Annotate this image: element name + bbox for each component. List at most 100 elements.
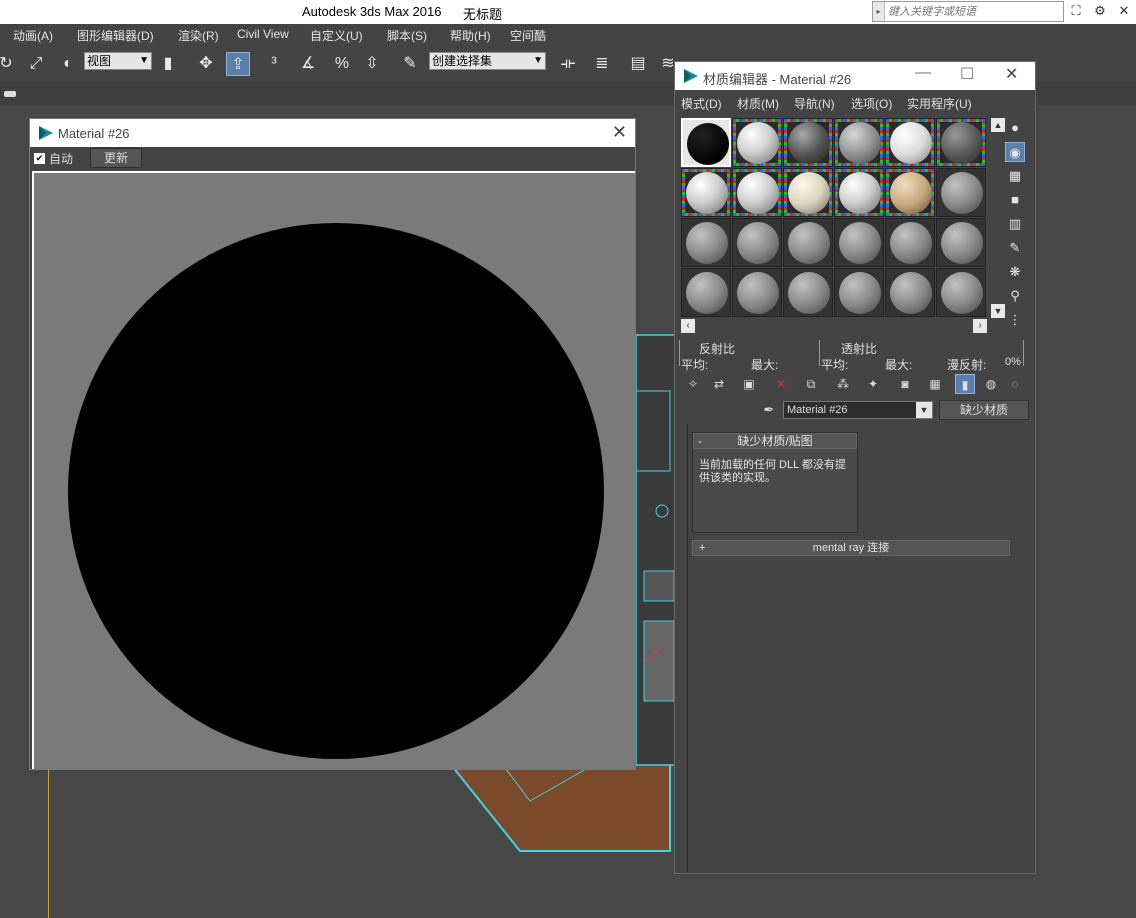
slots-vertical-scrollbar[interactable]: ▲ ▼ [991,118,1005,318]
material-type-button[interactable]: 缺少材质 [939,400,1029,420]
slots-horizontal-scrollbar[interactable]: ‹ › [681,319,987,333]
material-slot[interactable] [783,118,833,167]
material-slot[interactable] [783,168,833,217]
material-slot[interactable] [936,218,986,267]
close-x-icon[interactable]: ✕ [1116,3,1132,19]
material-slot[interactable] [936,268,986,317]
scroll-down-icon[interactable]: ▼ [991,304,1005,318]
menu-graph-editors[interactable]: 图形编辑器(D) [77,27,154,44]
options-icon[interactable]: ❋ [1005,262,1025,282]
rollout-missing-header[interactable]: - 缺少材质/贴图 [693,433,857,449]
scroll-left-icon[interactable]: ‹ [681,319,695,333]
menu-civil-view[interactable]: Civil View [237,27,289,41]
rollout-mental-ray[interactable]: + mental ray 连接 [692,540,1010,556]
spinner-snap-icon[interactable]: ⇳ [360,52,384,76]
backlight-icon[interactable]: ◉ [1005,142,1025,162]
material-slot[interactable] [936,118,986,167]
put-to-library-icon[interactable]: ✦ [863,374,883,394]
scale-icon[interactable]: ⤢ [24,52,48,76]
align-icon[interactable]: ≣ [590,52,614,76]
search-input[interactable] [885,2,1060,21]
material-map-navigator-icon[interactable]: ⋮ [1005,310,1025,330]
material-slot[interactable] [885,268,935,317]
reference-coord-select[interactable]: 视图 ▼ [84,52,152,70]
copy-material-icon[interactable]: ⧉ [801,374,821,394]
edit-named-selection-icon[interactable]: ✎ [398,52,422,76]
material-slot[interactable] [936,168,986,217]
material-slot[interactable] [834,268,884,317]
menu-modes[interactable]: 模式(D) [681,95,722,112]
layer-explorer-icon[interactable]: ▤ [626,52,650,76]
ribbon-toggle-icon[interactable] [4,91,16,97]
material-slot[interactable] [834,168,884,217]
mirror-icon[interactable]: ⟛ [556,52,580,76]
eyedropper-icon[interactable]: ✒ [759,400,779,420]
select-manipulate-icon[interactable]: ⇪ [226,52,250,76]
named-selection-set[interactable]: 创建选择集 ▼ [429,52,546,70]
binoculars-icon[interactable]: ⛶ [1068,3,1084,19]
select-by-material-icon[interactable]: ⚲ [1005,286,1025,306]
checkbox-checked-icon[interactable]: ✔ [34,153,45,164]
material-slot[interactable] [732,168,782,217]
show-end-result-icon[interactable]: ▮ [955,374,975,394]
scroll-right-icon[interactable]: › [973,319,987,333]
menu-navigation[interactable]: 导航(N) [794,95,835,112]
menu-utilities[interactable]: 实用程序(U) [907,95,972,112]
menu-options[interactable]: 选项(O) [851,95,892,112]
material-slot[interactable] [732,118,782,167]
make-preview-icon[interactable]: ✎ [1005,238,1025,258]
editor-title-bar[interactable]: 材质编辑器 - Material #26 — ☐ ✕ [675,62,1035,90]
chevron-down-icon[interactable]: ▼ [916,402,932,418]
maximize-icon[interactable]: ☐ [960,64,974,84]
get-material-icon[interactable]: ✧ [683,374,703,394]
rotate-icon[interactable]: ↻ [0,52,18,76]
sample-uv-tiling-icon[interactable]: ■ [1005,190,1025,210]
search-box[interactable]: ▸ [872,1,1064,22]
menu-material[interactable]: 材质(M) [737,95,779,112]
menu-scripting[interactable]: 脚本(S) [387,27,427,44]
material-slot[interactable] [681,118,731,167]
snap-sphere-icon[interactable]: ◐ [56,52,80,76]
angle-snap-icon[interactable]: ∡ [296,52,320,76]
menu-rendering[interactable]: 渲染(R) [178,27,219,44]
assign-to-selection-icon[interactable]: ▣ [739,374,759,394]
snap-3d-icon[interactable]: ³ [262,52,286,76]
sample-type-icon[interactable]: ● [1005,118,1025,138]
minimize-icon[interactable]: — [915,64,931,82]
reset-material-icon[interactable]: ✕ [771,374,791,394]
material-slot[interactable] [681,268,731,317]
update-button[interactable]: 更新 [90,148,142,168]
close-icon[interactable]: ✕ [1005,64,1018,84]
background-icon[interactable]: ▦ [1005,166,1025,186]
menu-customize[interactable]: 自定义(U) [310,27,363,44]
material-slot[interactable] [783,268,833,317]
material-slot[interactable] [885,118,935,167]
material-slot[interactable] [783,218,833,267]
make-unique-icon[interactable]: ⁂ [833,374,853,394]
material-slot[interactable] [732,268,782,317]
preview-title-bar[interactable]: Material #26 ✕ [30,119,635,147]
material-slot[interactable] [834,218,884,267]
search-expand-icon[interactable]: ▸ [873,2,885,21]
signin-icon[interactable]: ⚙ [1092,3,1108,19]
menu-help[interactable]: 帮助(H) [450,27,491,44]
go-to-parent-icon[interactable]: ◍ [981,374,1001,394]
move-icon[interactable]: ✥ [194,52,218,76]
material-slot[interactable] [834,118,884,167]
material-id-channel-icon[interactable]: ◙ [895,374,915,394]
go-forward-sibling-icon[interactable]: ◌ [1005,374,1025,394]
material-name-field[interactable]: Material #26 ▼ [783,401,933,419]
material-slot[interactable] [681,168,731,217]
show-map-in-viewport-icon[interactable]: ▦ [925,374,945,394]
auto-checkbox[interactable]: ✔ 自动 [34,150,73,167]
scroll-up-icon[interactable]: ▲ [991,118,1005,132]
material-slot[interactable] [681,218,731,267]
material-slot[interactable] [885,168,935,217]
material-slot[interactable] [732,218,782,267]
put-to-scene-icon[interactable]: ⇄ [709,374,729,394]
pivot-icon[interactable]: ▮ [156,52,180,76]
material-slot[interactable] [885,218,935,267]
video-color-check-icon[interactable]: ▥ [1005,214,1025,234]
percent-snap-icon[interactable]: % [330,52,354,76]
close-icon[interactable]: ✕ [612,122,627,143]
